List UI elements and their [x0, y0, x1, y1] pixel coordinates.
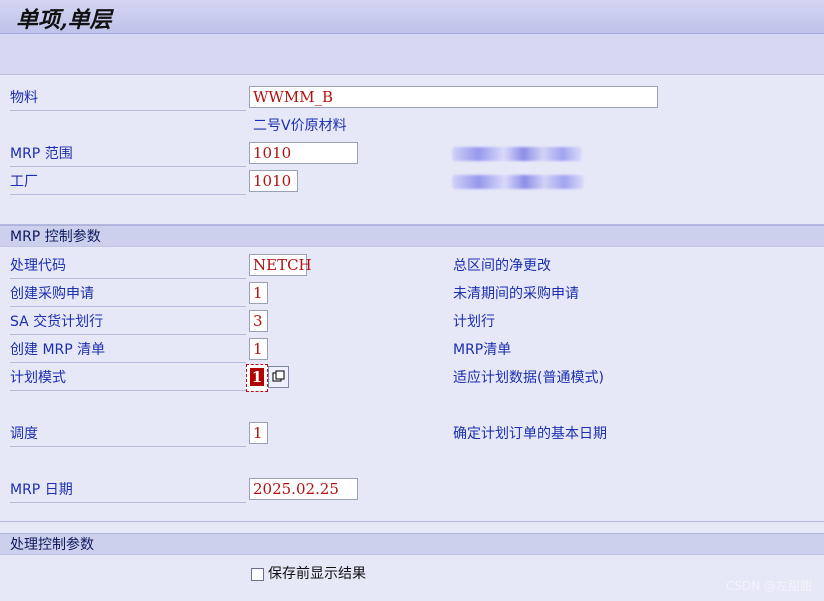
sa-schedule-lines-input[interactable]: 3: [249, 310, 268, 332]
watermark: CSDN @左甜甜: [725, 579, 812, 593]
create-purchase-req-input[interactable]: 1: [249, 282, 268, 304]
create-purchase-req-label: 创建采购申请: [10, 286, 94, 302]
processing-key-description: 总区间的净更改: [453, 258, 551, 274]
create-purchase-req-description: 未清期间的采购申请: [453, 286, 579, 302]
plant-input[interactable]: 1010: [249, 170, 298, 192]
planning-mode-input[interactable]: 1: [246, 364, 268, 392]
label-underline: [10, 166, 246, 167]
label-underline: [10, 390, 246, 391]
material-label: 物料: [10, 90, 38, 106]
redacted-text: [452, 175, 584, 189]
processing-key-label: 处理代码: [10, 258, 66, 274]
label-underline: [10, 110, 246, 111]
label-underline: [10, 334, 246, 335]
redacted-text: [452, 147, 582, 161]
value-help-button[interactable]: [268, 366, 289, 388]
processing-key-input[interactable]: NETCH: [249, 254, 312, 276]
display-results-checkbox[interactable]: [251, 568, 264, 581]
scheduling-label: 调度: [10, 426, 38, 442]
page-title: 单项,单层: [16, 7, 112, 33]
plant-label: 工厂: [10, 174, 38, 190]
label-underline: [10, 306, 246, 307]
section-header-process-control: 处理控制参数: [0, 533, 824, 555]
label-underline: [10, 502, 246, 503]
display-results-label[interactable]: 保存前显示结果: [268, 563, 366, 585]
section-header-mrp-control: MRP 控制参数: [0, 225, 824, 247]
label-underline: [10, 362, 246, 363]
label-underline: [10, 278, 246, 279]
create-mrp-list-label: 创建 MRP 清单: [10, 342, 106, 358]
scheduling-description: 确定计划订单的基本日期: [453, 426, 607, 442]
material-description: 二号V价原材料: [253, 118, 347, 134]
sa-schedule-lines-description: 计划行: [453, 314, 495, 330]
planning-mode-value: 1: [250, 368, 264, 386]
mrp-date-label: MRP 日期: [10, 482, 73, 498]
sa-schedule-lines-label: SA 交货计划行: [10, 314, 104, 330]
label-underline: [10, 194, 246, 195]
value-help-icon: [272, 370, 285, 382]
section-divider: [0, 521, 824, 522]
label-underline: [10, 446, 246, 447]
material-input[interactable]: WWMM_B: [249, 86, 658, 108]
title-bar: 单项,单层: [0, 0, 824, 34]
mrp-area-label: MRP 范围: [10, 146, 73, 162]
application-toolbar: [0, 34, 824, 75]
planning-mode-description: 适应计划数据(普通模式): [453, 370, 604, 386]
create-mrp-list-input[interactable]: 1: [249, 338, 268, 360]
scheduling-input[interactable]: 1: [249, 422, 268, 444]
selection-screen: [0, 75, 824, 601]
mrp-date-input[interactable]: 2025.02.25: [249, 478, 358, 500]
mrp-area-input[interactable]: 1010: [249, 142, 358, 164]
create-mrp-list-description: MRP清单: [453, 342, 512, 358]
planning-mode-label: 计划模式: [10, 370, 66, 386]
